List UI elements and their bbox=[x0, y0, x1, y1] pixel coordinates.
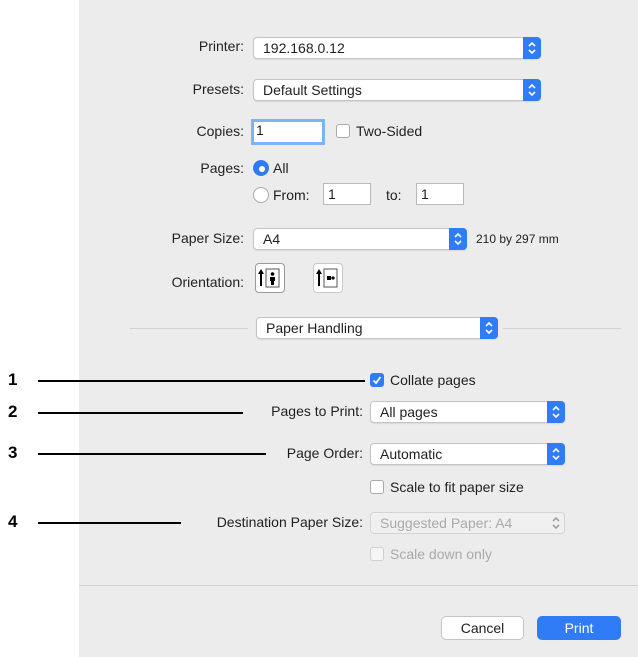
portrait-orientation-button[interactable] bbox=[255, 263, 285, 293]
destination-paper-size-value: Suggested Paper: A4 bbox=[380, 515, 513, 531]
pages-label: Pages: bbox=[200, 160, 244, 176]
pages-from-label: From: bbox=[273, 187, 310, 203]
pages-to-print-value: All pages bbox=[380, 404, 438, 420]
section-divider-right bbox=[503, 328, 621, 329]
copies-label: Copies: bbox=[196, 123, 244, 139]
portrait-orientation-icon bbox=[258, 268, 280, 288]
paper-size-select[interactable]: A4 bbox=[253, 228, 467, 250]
pages-to-input[interactable]: 1 bbox=[416, 183, 464, 205]
callout-1-line bbox=[38, 380, 365, 382]
updown-chevron-icon bbox=[523, 37, 541, 59]
copies-input[interactable]: 1 bbox=[251, 119, 325, 145]
callout-1-number: 1 bbox=[8, 370, 18, 389]
two-sided-label: Two-Sided bbox=[356, 123, 423, 139]
section-select[interactable]: Paper Handling bbox=[256, 317, 498, 339]
updown-chevron-icon bbox=[480, 317, 498, 339]
presets-select[interactable]: Default Settings bbox=[253, 79, 541, 101]
pages-from-input[interactable]: 1 bbox=[323, 183, 371, 205]
page-order-select[interactable]: Automatic bbox=[370, 443, 565, 465]
paper-size-label: Paper Size: bbox=[171, 230, 244, 246]
pages-to-label: to: bbox=[386, 187, 402, 203]
callout-2-number: 2 bbox=[8, 402, 18, 421]
print-button[interactable]: Print bbox=[537, 616, 621, 640]
landscape-orientation-icon bbox=[316, 268, 338, 288]
orientation-label: Orientation: bbox=[171, 274, 244, 290]
scale-to-fit-label: Scale to fit paper size bbox=[390, 479, 524, 495]
page-order-value: Automatic bbox=[380, 446, 443, 462]
footer-divider bbox=[79, 585, 638, 586]
callout-3-line bbox=[38, 453, 266, 455]
callout-4-number: 4 bbox=[8, 512, 18, 531]
collate-label: Collate pages bbox=[390, 372, 476, 388]
updown-chevron-icon bbox=[523, 79, 541, 101]
two-sided-checkbox[interactable] bbox=[336, 124, 350, 138]
updown-chevron-icon bbox=[449, 228, 467, 250]
pages-all-label: All bbox=[273, 160, 289, 176]
updown-chevron-icon bbox=[547, 443, 565, 465]
scale-down-only-checkbox[interactable] bbox=[370, 547, 384, 561]
presets-label: Presets: bbox=[192, 81, 244, 97]
paper-size-value: A4 bbox=[263, 231, 281, 247]
printer-label: Printer: bbox=[198, 38, 244, 54]
section-divider-left bbox=[130, 328, 248, 329]
paper-dimensions: 210 by 297 mm bbox=[476, 232, 559, 246]
landscape-orientation-button[interactable] bbox=[313, 263, 343, 293]
collate-checkbox[interactable] bbox=[370, 373, 384, 387]
cancel-button[interactable]: Cancel bbox=[441, 616, 524, 640]
updown-chevron-icon bbox=[547, 401, 565, 423]
destination-paper-size-select[interactable]: Suggested Paper: A4 bbox=[370, 512, 565, 534]
callout-4-line bbox=[38, 522, 181, 524]
scale-to-fit-checkbox[interactable] bbox=[370, 480, 384, 494]
pages-from-radio[interactable] bbox=[253, 187, 269, 203]
callout-3-number: 3 bbox=[8, 443, 18, 462]
pages-to-print-label: Pages to Print: bbox=[271, 403, 363, 419]
scale-down-only-label: Scale down only bbox=[390, 546, 492, 562]
pages-all-radio[interactable] bbox=[253, 160, 269, 176]
checkmark-icon bbox=[372, 376, 382, 385]
presets-value: Default Settings bbox=[263, 82, 362, 98]
callout-2-line bbox=[38, 412, 243, 414]
destination-paper-size-label: Destination Paper Size: bbox=[216, 514, 363, 530]
pages-to-print-select[interactable]: All pages bbox=[370, 401, 565, 423]
printer-select[interactable]: 192.168.0.12 bbox=[253, 37, 541, 59]
updown-chevron-icon bbox=[547, 512, 565, 534]
printer-value: 192.168.0.12 bbox=[263, 40, 345, 56]
section-value: Paper Handling bbox=[266, 320, 363, 336]
